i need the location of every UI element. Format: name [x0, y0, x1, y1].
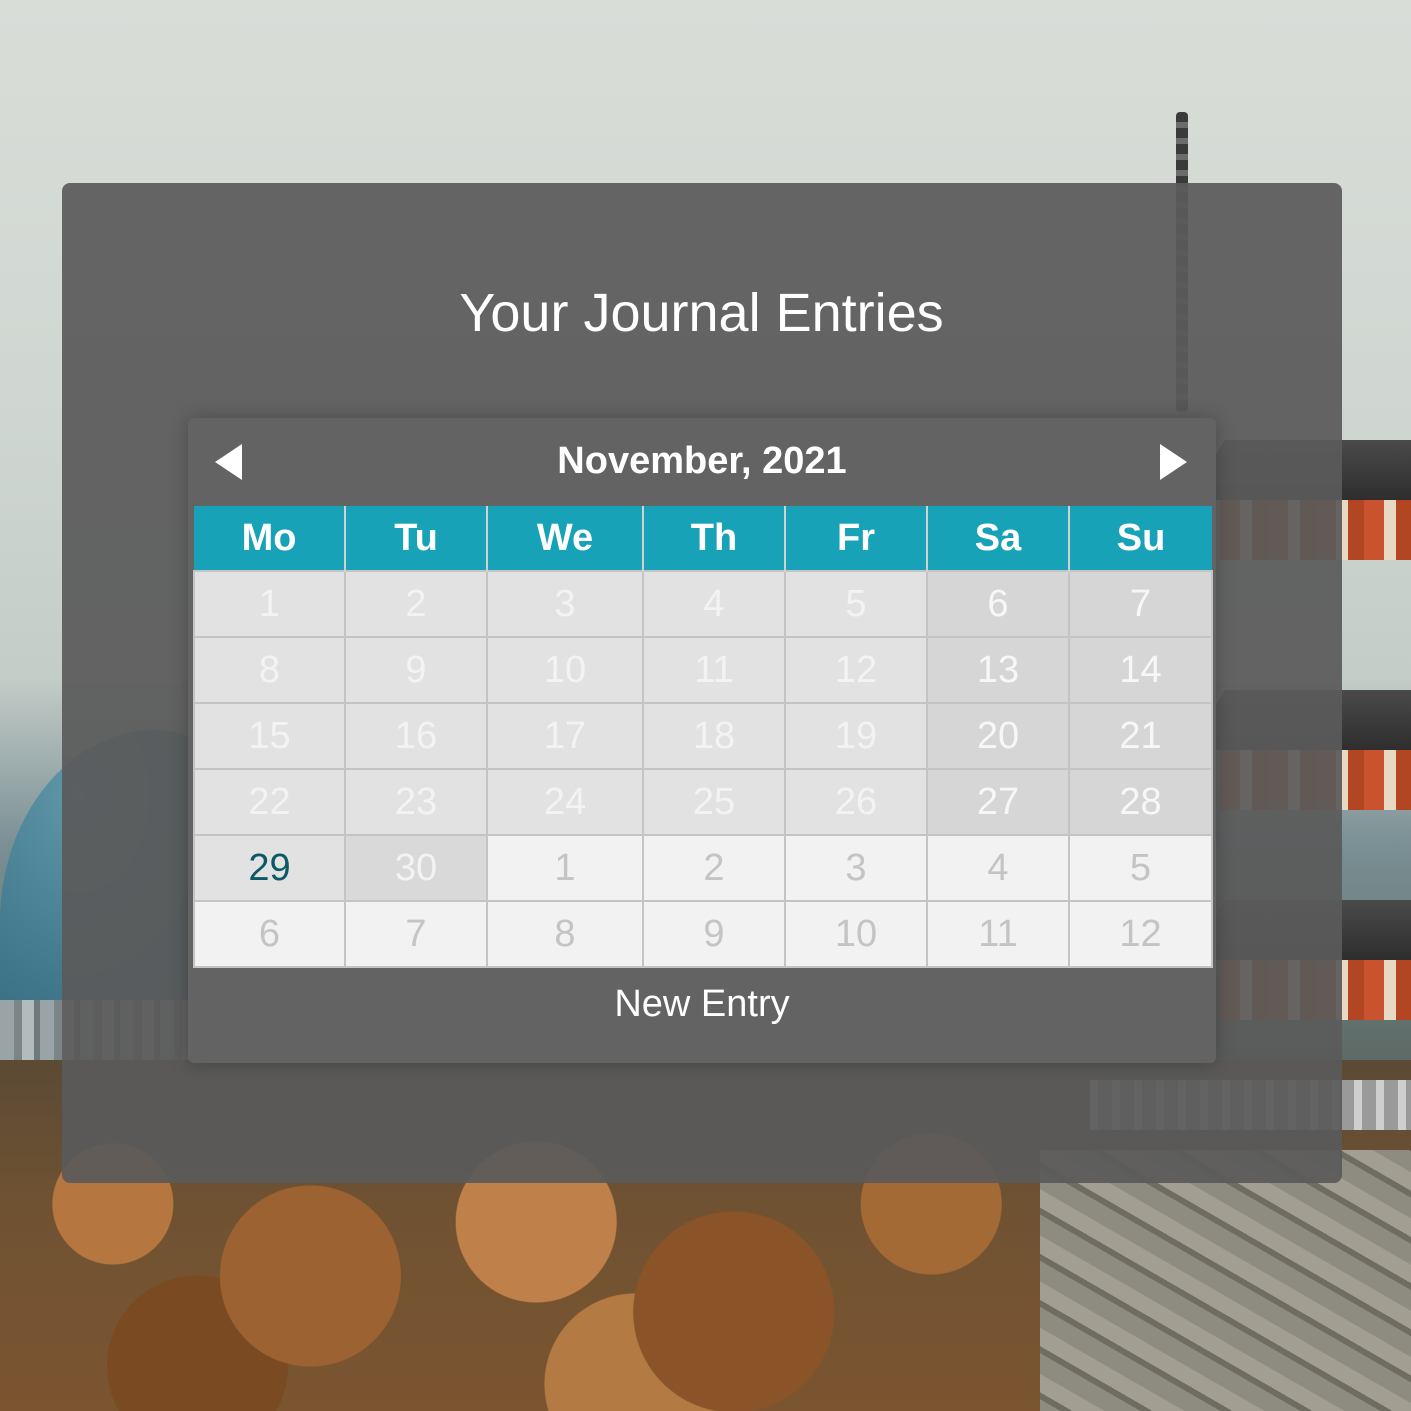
calendar-day[interactable]: 27 [926, 768, 1070, 836]
weekday-header-row: Mo Tu We Th Fr Sa Su [194, 506, 1212, 571]
calendar-week-row: 29 30 1 2 3 4 5 [193, 834, 1213, 902]
calendar-day[interactable]: 7 [344, 900, 488, 968]
calendar-day[interactable]: 13 [926, 636, 1070, 704]
calendar-day[interactable]: 8 [486, 900, 644, 968]
calendar-day[interactable]: 18 [642, 702, 786, 770]
calendar-widget: November, 2021 Mo Tu We Th Fr Sa Su 1 2 … [188, 418, 1216, 1063]
calendar-day[interactable]: 19 [784, 702, 928, 770]
calendar-day[interactable]: 1 [486, 834, 644, 902]
calendar-day[interactable]: 3 [486, 570, 644, 638]
calendar-day[interactable]: 5 [1068, 834, 1213, 902]
calendar-day[interactable]: 10 [784, 900, 928, 968]
calendar-day-today[interactable]: 29 [193, 834, 346, 902]
weekday-header: Sa [927, 506, 1070, 571]
calendar-day[interactable]: 30 [344, 834, 488, 902]
calendar-day[interactable]: 6 [193, 900, 346, 968]
calendar-day[interactable]: 4 [642, 570, 786, 638]
calendar-day[interactable]: 9 [642, 900, 786, 968]
calendar-day[interactable]: 20 [926, 702, 1070, 770]
triangle-right-icon [1160, 444, 1187, 480]
calendar-day[interactable]: 11 [642, 636, 786, 704]
calendar-header: November, 2021 [188, 418, 1216, 506]
calendar-week-row: 22 23 24 25 26 27 28 [193, 768, 1213, 836]
calendar-day[interactable]: 1 [193, 570, 346, 638]
calendar-day[interactable]: 11 [926, 900, 1070, 968]
weekday-header: Th [643, 506, 786, 571]
calendar-day[interactable]: 16 [344, 702, 488, 770]
calendar-day[interactable]: 25 [642, 768, 786, 836]
calendar-day[interactable]: 8 [193, 636, 346, 704]
calendar-day[interactable]: 23 [344, 768, 488, 836]
calendar-day[interactable]: 15 [193, 702, 346, 770]
calendar-week-row: 8 9 10 11 12 13 14 [193, 636, 1213, 704]
calendar-day[interactable]: 22 [193, 768, 346, 836]
calendar-day[interactable]: 28 [1068, 768, 1213, 836]
calendar-day[interactable]: 2 [344, 570, 488, 638]
calendar-day[interactable]: 14 [1068, 636, 1213, 704]
calendar-day[interactable]: 12 [784, 636, 928, 704]
calendar-day[interactable]: 3 [784, 834, 928, 902]
calendar-day[interactable]: 12 [1068, 900, 1213, 968]
calendar-day[interactable]: 24 [486, 768, 644, 836]
calendar-day[interactable]: 5 [784, 570, 928, 638]
weekday-header: Fr [785, 506, 928, 571]
calendar-week-row: 6 7 8 9 10 11 12 [193, 900, 1213, 968]
background-stone-wall [1040, 1150, 1411, 1411]
calendar-day[interactable]: 9 [344, 636, 488, 704]
page-title: Your Journal Entries [459, 283, 944, 343]
calendar-day[interactable]: 21 [1068, 702, 1213, 770]
next-month-button[interactable] [1154, 442, 1194, 482]
calendar-day[interactable]: 10 [486, 636, 644, 704]
month-label: November, 2021 [557, 440, 847, 482]
weekday-header: Tu [345, 506, 488, 571]
calendar-day[interactable]: 6 [926, 570, 1070, 638]
new-entry-button[interactable]: New Entry [188, 983, 1216, 1026]
calendar-day[interactable]: 7 [1068, 570, 1213, 638]
weekday-header: Su [1069, 506, 1212, 571]
weekday-header: We [487, 506, 644, 571]
calendar-week-row: 15 16 17 18 19 20 21 [193, 702, 1213, 770]
calendar-day[interactable]: 2 [642, 834, 786, 902]
calendar-week-row: 1234567 [193, 570, 1213, 638]
calendar-grid: Mo Tu We Th Fr Sa Su 1 2 3 4 5 6 7 8 9 10 11 12 13 14… [193, 506, 1213, 968]
weekday-header: Mo [194, 506, 346, 571]
calendar-day[interactable]: 4 [926, 834, 1070, 902]
calendar-day[interactable]: 26 [784, 768, 928, 836]
calendar-day[interactable]: 17 [486, 702, 644, 770]
